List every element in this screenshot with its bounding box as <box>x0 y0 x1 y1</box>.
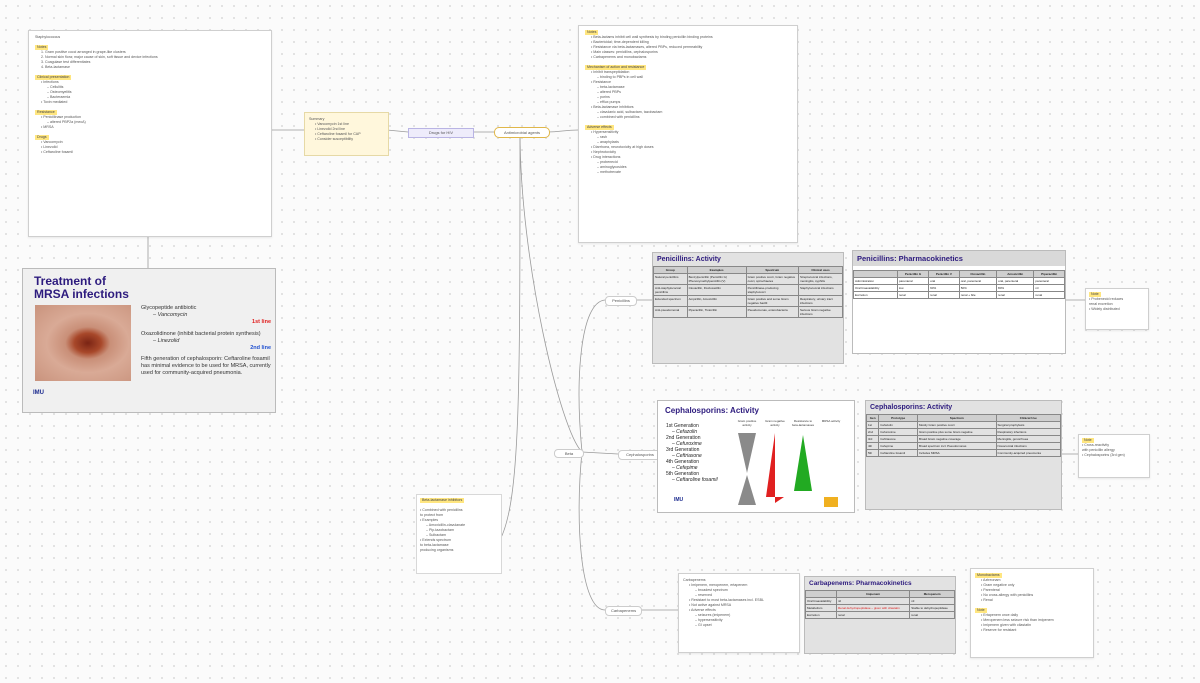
imu-logo: IMU <box>674 497 684 503</box>
connector <box>578 299 606 453</box>
notes-card-carbapenems[interactable]: Carbapenems • Imipenem, meropenem, ertap… <box>678 573 800 653</box>
gram-positive-triangle <box>738 433 756 473</box>
penicillins-pk-slide[interactable]: Penicillins: Pharmacokinetics Penicillin… <box>852 250 1066 354</box>
mrsa-activity-marker <box>824 497 838 507</box>
node-penicillins[interactable]: Penicillins <box>605 296 637 306</box>
notes-card-top[interactable]: Notes • Beta-lactams inhibit cell wall s… <box>578 25 798 243</box>
bullet-1: Glycopeptide antibiotic <box>141 305 197 311</box>
note-card-right-2[interactable]: Note • Cross-reactivity with penicillin … <box>1078 434 1150 478</box>
bullet-1-sub: – Vancomycin <box>153 312 188 318</box>
connector <box>499 131 521 541</box>
connector <box>386 129 409 133</box>
bullet-2: Oxazolidinone (inhibit bacterial protein… <box>141 331 261 337</box>
connector <box>519 131 583 453</box>
connector <box>581 451 619 455</box>
node-drugs-for-hiv[interactable]: Drugs for HIV <box>408 128 474 138</box>
penicillins-pk-table: Penicillin G Penicillin V Cloxacillin Amoxi… <box>853 270 1065 299</box>
carbapenems-pk-slide[interactable]: Carbapenems: Pharmacokinetics Imipenem Me… <box>804 576 956 654</box>
slide-title-line2: MRSA infections <box>34 287 129 301</box>
gram-positive-triangle-inverted <box>738 475 756 505</box>
slide-title: Cephalosporins: Activity <box>665 406 759 415</box>
gram-negative-triangle <box>766 433 784 503</box>
sticky-note-lower[interactable]: Beta-lactamase inhibitors • Combined wit… <box>416 494 502 574</box>
bullet-3: Fifth generation of cephalosporin: Cefta… <box>141 356 271 376</box>
bullet-2-sub: – Linezolid <box>153 338 180 344</box>
connector <box>547 129 579 133</box>
connector <box>578 451 606 611</box>
node-carbapenems[interactable]: Carbapenems <box>605 606 642 616</box>
imu-logo: IMU <box>33 390 44 396</box>
penicillins-activity-slide[interactable]: Penicillins: Activity Group Examples Spect… <box>652 252 844 364</box>
cephalosporins-activity-slide[interactable]: Cephalosporins: Activity 1st Generation –… <box>657 400 855 513</box>
notes-card-left[interactable]: Staphylococcus Notes 1. Gram positive co… <box>28 30 272 237</box>
generation-list: 1st Generation – Cefazolin 2nd Generation… <box>666 423 718 483</box>
wound-image <box>35 305 131 381</box>
activity-triangles <box>738 433 838 507</box>
beta-lactamase-resistance-triangle <box>794 435 812 491</box>
slide-title: Cephalosporins: Activity <box>870 404 953 411</box>
slide-title: Penicillins: Activity <box>657 256 721 263</box>
second-line-tag: 2nd line <box>250 345 271 351</box>
first-line-tag: 1st line <box>252 319 271 325</box>
penicillins-activity-table: Group Examples Spectrum Clinical uses Natur… <box>653 266 843 318</box>
slide-title: Carbapenems: Pharmacokinetics <box>809 580 912 587</box>
node-antimicrobial-agents[interactable]: Antimicrobial agents <box>494 127 550 138</box>
mrsa-slide[interactable]: Treatment of MRSA infections Glycopeptid… <box>22 268 276 413</box>
notes-card-bottom-right[interactable]: Monobactams • Aztreonam • Gram negative … <box>970 568 1094 658</box>
node-beta[interactable]: Beta <box>554 449 584 458</box>
slide-title: Penicillins: Pharmacokinetics <box>853 251 1065 266</box>
sticky-note-left[interactable]: Summary • Vancomycin 1st line • Linezoli… <box>304 112 389 156</box>
carbapenems-pk-table: Imipenem Meropenem Oral bioavailability ni… <box>805 590 955 619</box>
cephalosporins-table: Gen Prototype Spectrum Clinical Use 1st Cefa… <box>866 414 1061 457</box>
cephalosporins-table-slide[interactable]: Cephalosporins: Activity Gen Prototype Spe… <box>865 400 1062 510</box>
note-card-right-1[interactable]: Note • Probenecid reduces renal excretio… <box>1085 288 1149 330</box>
node-cephalosporins[interactable]: Cephalosporins <box>618 450 662 460</box>
